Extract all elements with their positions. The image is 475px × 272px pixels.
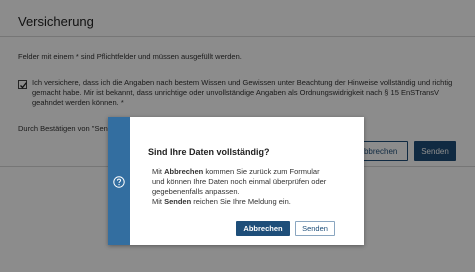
dialog-text-bold: Senden [164, 197, 192, 206]
dialog-text: Mit [152, 167, 165, 176]
dialog-message: Mit Abbrechen kommen Sie zurück zum Form… [152, 167, 332, 207]
dialog-text: Mit [152, 197, 165, 206]
dialog-cancel-button[interactable]: Abbrechen [236, 221, 290, 236]
dialog-title: Sind Ihre Daten vollständig? [148, 147, 270, 157]
confirm-dialog: Sind Ihre Daten vollständig? Mit Abbrech… [108, 117, 364, 245]
dialog-text-bold: Abbrechen [164, 167, 204, 176]
dialog-text: reichen Sie Ihre Meldung ein. [191, 197, 291, 206]
dialog-send-button[interactable]: Senden [295, 221, 335, 236]
dialog-side-bar [108, 117, 130, 245]
question-circle-icon [113, 176, 125, 188]
